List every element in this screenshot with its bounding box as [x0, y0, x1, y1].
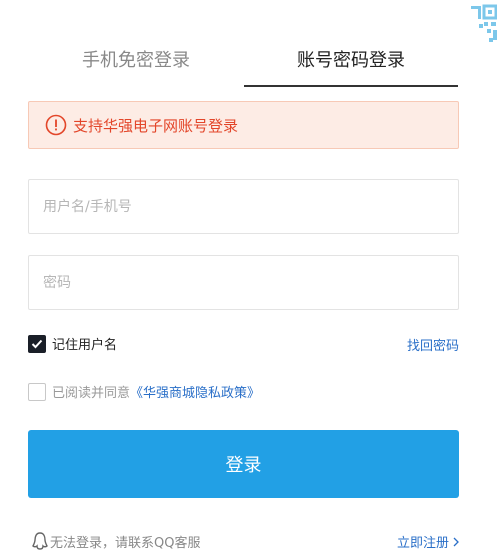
checkbox-checked-icon[interactable] [28, 334, 46, 353]
register-label[interactable]: 立即注册 [397, 532, 449, 551]
username-input[interactable] [28, 179, 459, 234]
chevron-right-icon [453, 537, 459, 546]
agreement-checkbox[interactable] [28, 382, 46, 401]
privacy-agreement: 已阅读并同意 《华强商城隐私政策》 [28, 382, 260, 401]
forgot-password-link[interactable]: 找回密码 [407, 335, 459, 354]
help-text: 无法登录，请联系QQ客服 [50, 535, 201, 551]
check-icon [31, 339, 43, 348]
register-link[interactable]: 立即注册 [397, 532, 459, 551]
qr-code-login-icon[interactable] [451, 0, 497, 52]
agreement-label: 已阅读并同意 [52, 386, 131, 401]
notice-banner: 支持华强电子网账号登录 [28, 101, 459, 149]
remember-username-label: 记住用户名 [52, 338, 118, 353]
active-tab-indicator [244, 85, 458, 87]
tab-account-login[interactable]: 账号密码登录 [244, 48, 458, 88]
qq-support-link[interactable]: 无法登录，请联系QQ客服 [32, 531, 200, 551]
password-input[interactable] [28, 255, 459, 310]
qq-icon [32, 532, 48, 550]
remember-username-checkbox[interactable]: 记住用户名 [28, 334, 117, 353]
notice-text: 支持华强电子网账号登录 [73, 116, 239, 135]
alert-circle-icon [45, 114, 67, 136]
tab-phone-login[interactable]: 手机免密登录 [30, 48, 242, 88]
login-button[interactable]: 登录 [28, 430, 459, 498]
privacy-policy-link[interactable]: 《华强商城隐私政策》 [130, 382, 260, 401]
